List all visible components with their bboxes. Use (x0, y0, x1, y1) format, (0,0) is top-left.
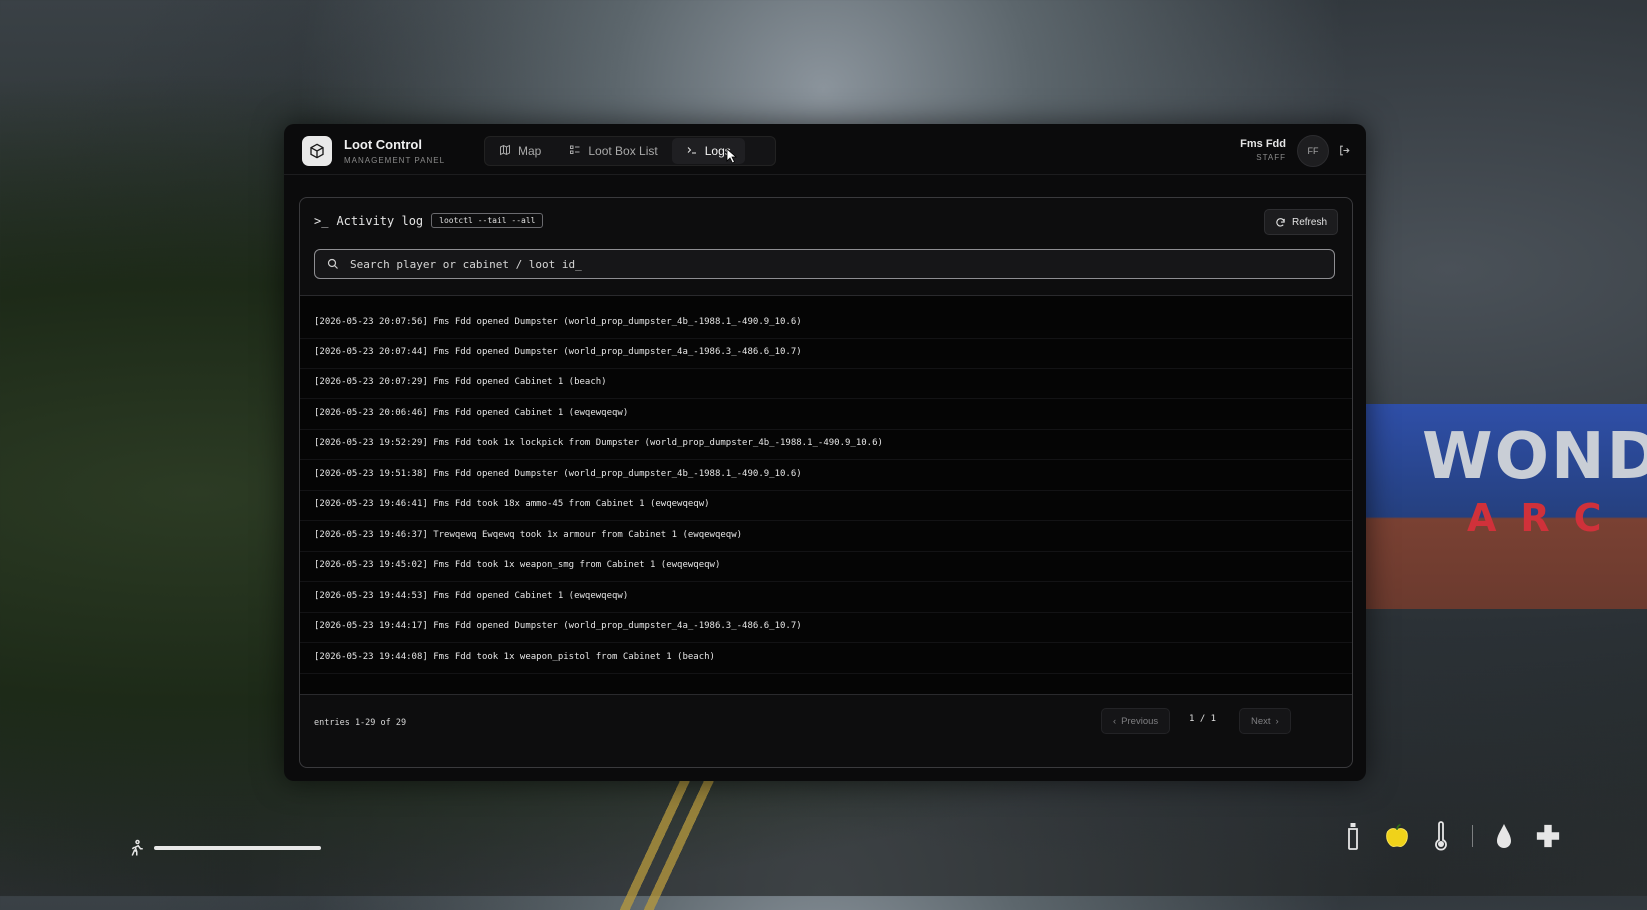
tab-loot-box-list-label: Loot Box List (588, 144, 658, 158)
chevron-right-icon: › (1275, 715, 1279, 727)
log-entry: [2026-05-23 19:46:37] Trewqewq Ewqewq to… (314, 530, 743, 540)
search-bar (314, 249, 1335, 279)
stamina-fill (154, 846, 321, 850)
search-icon (327, 258, 338, 269)
running-person-icon (131, 839, 143, 856)
tab-loot-box-list[interactable]: Loot Box List (555, 138, 671, 164)
chevron-left-icon: ‹ (1113, 715, 1117, 727)
log-entry: [2026-05-23 19:46:41] Fms Fdd took 18x a… (314, 499, 710, 509)
log-entry: [2026-05-23 19:44:53] Fms Fdd opened Cab… (314, 591, 629, 601)
apple-icon (1384, 821, 1410, 851)
log-list[interactable]: [2026-05-23 20:07:56] Fms Fdd opened Dum… (300, 295, 1352, 695)
sign-text-top: WOND (1422, 420, 1647, 494)
next-label: Next (1251, 715, 1271, 727)
log-entry: [2026-05-23 20:06:46] Fms Fdd opened Cab… (314, 408, 629, 418)
page-indicator: 1 / 1 (1189, 714, 1217, 724)
hud-divider (1472, 825, 1473, 847)
log-entry: [2026-05-23 20:07:44] Fms Fdd opened Dum… (314, 347, 802, 357)
road-markings (609, 780, 731, 910)
log-entry: [2026-05-23 19:51:38] Fms Fdd opened Dum… (314, 469, 802, 479)
mouse-cursor-icon (726, 148, 738, 168)
previous-label: Previous (1121, 715, 1159, 727)
cube-logo-icon (302, 136, 332, 166)
search-input[interactable] (348, 256, 1322, 272)
refresh-icon (1276, 217, 1285, 227)
thermometer-icon (1428, 821, 1454, 851)
log-entry: [2026-05-23 19:44:17] Fms Fdd opened Dum… (314, 621, 802, 631)
log-entry: [2026-05-23 20:07:56] Fms Fdd opened Dum… (314, 317, 802, 327)
previous-button[interactable]: ‹ Previous (1101, 708, 1171, 734)
log-entry: [2026-05-23 19:45:02] Fms Fdd took 1x we… (314, 560, 721, 570)
top-bar: Loot Control MANAGEMENT PANEL Map Loot B… (284, 124, 1366, 175)
logout-button[interactable] (1334, 140, 1354, 160)
log-entry: [2026-05-23 20:07:29] Fms Fdd opened Cab… (314, 377, 607, 387)
terminal-prompt-icon: >_ (314, 213, 329, 228)
status-icons (1340, 821, 1561, 851)
entries-count: entries 1-29 of 29 (314, 718, 407, 728)
activity-log-title: Activity log (336, 213, 424, 228)
activity-log-header: >_ Activity log lootctl --tail --all (314, 213, 544, 228)
refresh-label: Refresh (1291, 216, 1327, 228)
map-icon (499, 144, 511, 159)
bottle-icon (1340, 821, 1366, 851)
droplet-icon (1491, 821, 1517, 851)
app-subtitle: MANAGEMENT PANEL (344, 156, 446, 165)
sign-text-bottom: ARC (1467, 496, 1626, 540)
stamina-bar (127, 838, 321, 858)
log-entry: [2026-05-23 19:44:08] Fms Fdd took 1x we… (314, 652, 715, 662)
health-cross-icon (1535, 821, 1561, 851)
tab-map-label: Map (518, 144, 542, 158)
stamina-track (154, 846, 321, 850)
avatar[interactable]: FF (1297, 135, 1329, 167)
user-name: Fms Fdd (1240, 138, 1286, 150)
app-title: Loot Control (344, 137, 422, 152)
list-icon (569, 144, 581, 159)
logout-icon (1339, 145, 1350, 155)
user-role: STAFF (1256, 153, 1286, 162)
loot-control-panel: Loot Control MANAGEMENT PANEL Map Loot B… (284, 124, 1366, 781)
terminal-icon (686, 144, 698, 159)
background-sign: WOND ARC (1362, 404, 1647, 609)
command-badge: lootctl --tail --all (431, 213, 544, 228)
refresh-button[interactable]: Refresh (1263, 209, 1338, 235)
activity-log-card: >_ Activity log lootctl --tail --all Ref… (299, 197, 1353, 768)
next-button[interactable]: Next › (1239, 708, 1291, 734)
log-entry: [2026-05-23 19:52:29] Fms Fdd took 1x lo… (314, 438, 883, 448)
tab-map[interactable]: Map (485, 138, 555, 164)
